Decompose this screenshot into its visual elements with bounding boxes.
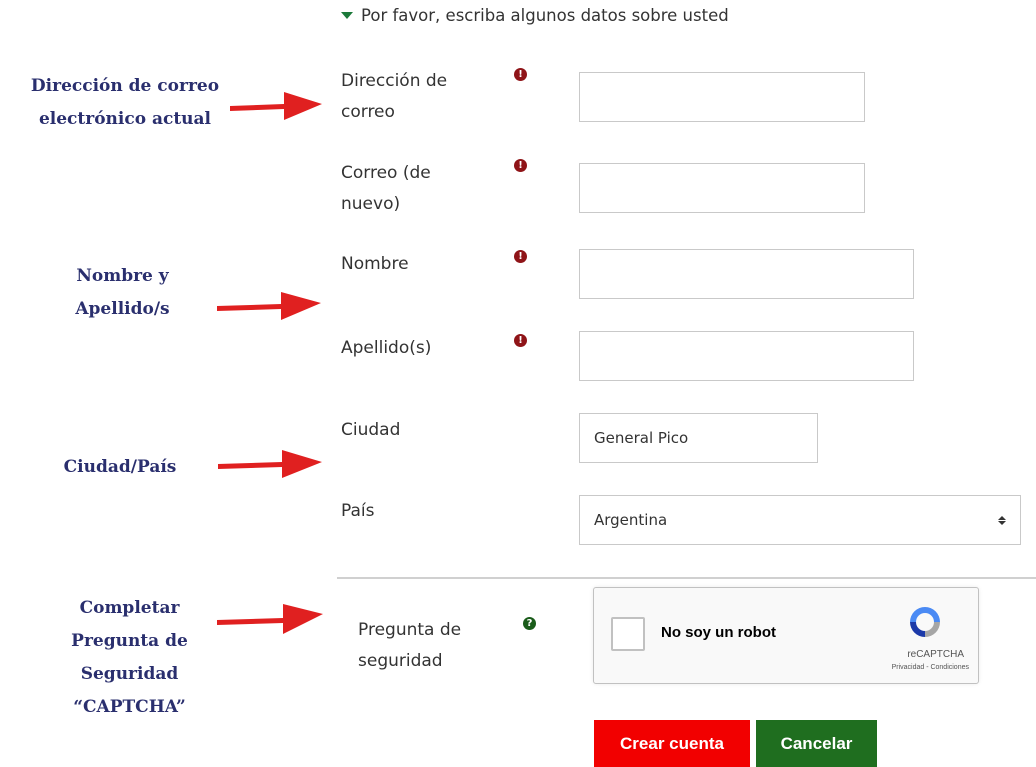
arrow-right-icon <box>217 604 323 634</box>
required-icon: ! <box>514 68 527 81</box>
email-label: Dirección de correo <box>341 71 448 122</box>
section-title: Por favor, escriba algunos datos sobre u… <box>361 6 729 25</box>
recaptcha-label: No soy un robot <box>661 624 776 641</box>
select-arrows-icon <box>998 515 1006 525</box>
recaptcha-logo-icon <box>910 607 940 637</box>
recaptcha-links[interactable]: Privacidad - Condiciones <box>892 664 969 671</box>
country-select[interactable]: Argentina <box>579 495 1021 545</box>
help-icon[interactable]: ? <box>523 617 536 630</box>
city-label: Ciudad <box>341 420 401 440</box>
lastname-label: Apellido(s) <box>341 338 432 358</box>
annotation-captcha: Completar Pregunta de Seguridad “CAPTCHA… <box>71 598 188 717</box>
recaptcha-widget: No soy un robot reCAPTCHA Privacidad - C… <box>593 587 979 684</box>
country-label: País <box>341 501 375 521</box>
section-divider <box>337 577 1036 579</box>
firstname-label: Nombre <box>341 254 409 274</box>
country-select-value: Argentina <box>594 511 668 529</box>
annotation-name: Nombre y Apellido/s <box>75 266 170 319</box>
collapse-triangle-icon <box>341 12 353 19</box>
email-input[interactable] <box>579 72 865 122</box>
lastname-input[interactable] <box>579 331 914 381</box>
create-account-button[interactable]: Crear cuenta <box>594 720 750 767</box>
annotation-email: Dirección de correo electrónico actual <box>30 76 220 129</box>
cancel-button[interactable]: Cancelar <box>756 720 877 767</box>
section-toggle[interactable]: Por favor, escriba algunos datos sobre u… <box>341 6 729 25</box>
recaptcha-checkbox[interactable] <box>611 617 645 651</box>
annotation-location: Ciudad/País <box>63 457 177 477</box>
arrow-right-icon <box>218 450 322 478</box>
email-again-input[interactable] <box>579 163 865 213</box>
required-icon: ! <box>514 334 527 347</box>
arrow-right-icon <box>217 292 321 320</box>
email-again-label: Correo (de nuevo) <box>341 163 431 214</box>
firstname-input[interactable] <box>579 249 914 299</box>
required-icon: ! <box>514 250 527 263</box>
required-icon: ! <box>514 159 527 172</box>
city-input[interactable] <box>579 413 818 463</box>
arrow-right-icon <box>230 92 322 120</box>
security-question-label: Pregunta de seguridad <box>358 620 462 671</box>
recaptcha-brand: reCAPTCHA <box>907 649 964 660</box>
